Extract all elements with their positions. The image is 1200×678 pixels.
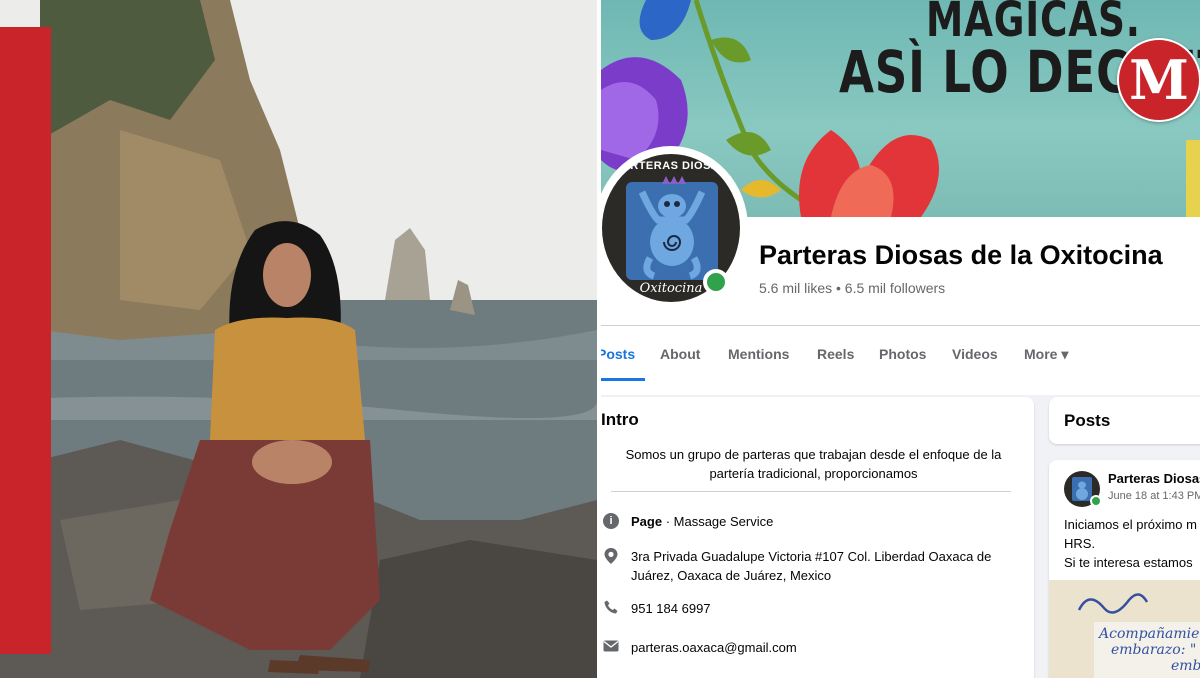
tabs-divider <box>601 325 1200 326</box>
facebook-page: MAGICAS. ASÌ LO DECRETO M PARTERAS DIOSA… <box>601 0 1200 678</box>
intro-bio-line-2: partería tradicional, proporcionamos <box>709 466 918 481</box>
intro-bio: Somos un grupo de parteras que trabajan … <box>611 445 1016 483</box>
page-type-label: Page <box>631 514 663 529</box>
email-address[interactable]: parteras.oaxaca@gmail.com <box>631 638 797 657</box>
post-card: Parteras Diosas June 18 at 1:43 PM Inici… <box>1049 460 1200 678</box>
posts-heading: Posts <box>1064 411 1111 430</box>
active-tab-indicator <box>601 378 645 381</box>
post-image-caption: Acompañamie embarazo: " embe <box>1099 626 1200 674</box>
intro-heading: Intro <box>601 410 639 429</box>
post-image[interactable]: Acompañamie embarazo: " embe <box>1049 580 1200 678</box>
address-line-2[interactable]: Juárez, Oaxaca de Juárez, Mexico <box>631 566 991 585</box>
post-text-line-3: Si te interesa estamos <box>1064 555 1193 570</box>
milenio-logo: M <box>1117 38 1200 122</box>
coastal-portrait-photo <box>0 0 597 678</box>
post-author-name[interactable]: Parteras Diosas <box>1108 471 1200 486</box>
page-stats[interactable]: 5.6 mil likes • 6.5 mil followers <box>759 280 945 296</box>
phone-icon <box>603 600 619 616</box>
online-status-dot <box>703 269 729 295</box>
tab-posts[interactable]: Posts <box>601 346 635 362</box>
address-line-1[interactable]: 3ra Privada Guadalupe Victoria #107 Col.… <box>631 547 991 566</box>
intro-divider <box>611 491 1011 492</box>
tab-reels[interactable]: Reels <box>817 346 854 362</box>
post-text-line-2: HRS. <box>1064 536 1096 551</box>
post-timestamp[interactable]: June 18 at 1:43 PM <box>1108 490 1200 502</box>
location-pin-icon <box>603 548 619 564</box>
post-body: Iniciamos el próximo m HRS. Si te intere… <box>1064 515 1197 572</box>
post-image-text-line-2: embarazo: " <box>1111 642 1197 658</box>
tab-more[interactable]: More ▾ <box>1024 346 1068 363</box>
page-category[interactable]: · Massage Service <box>662 514 774 529</box>
post-text-line-1: Iniciamos el próximo m <box>1064 517 1197 532</box>
phone-number[interactable]: 951 184 6997 <box>631 599 711 618</box>
intro-bio-line-1: Somos un grupo de parteras que trabajan … <box>625 447 1002 462</box>
tab-videos[interactable]: Videos <box>952 346 998 362</box>
email-icon <box>603 639 619 655</box>
tab-photos[interactable]: Photos <box>879 346 926 362</box>
editorial-photo <box>0 0 597 678</box>
intro-card: Intro Somos un grupo de parteras que tra… <box>601 397 1034 678</box>
brand-red-bar <box>0 27 51 654</box>
post-image-text-line-1: Acompañamie <box>1099 626 1200 642</box>
tab-about[interactable]: About <box>660 346 700 362</box>
post-author-online-dot <box>1090 495 1102 507</box>
info-icon: i <box>603 513 619 529</box>
posts-header-card: Posts <box>1049 397 1200 444</box>
tab-mentions[interactable]: Mentions <box>728 346 789 362</box>
page-title[interactable]: Parteras Diosas de la Oxitocina <box>759 240 1163 271</box>
post-image-text-line-3: embe <box>1171 658 1200 674</box>
